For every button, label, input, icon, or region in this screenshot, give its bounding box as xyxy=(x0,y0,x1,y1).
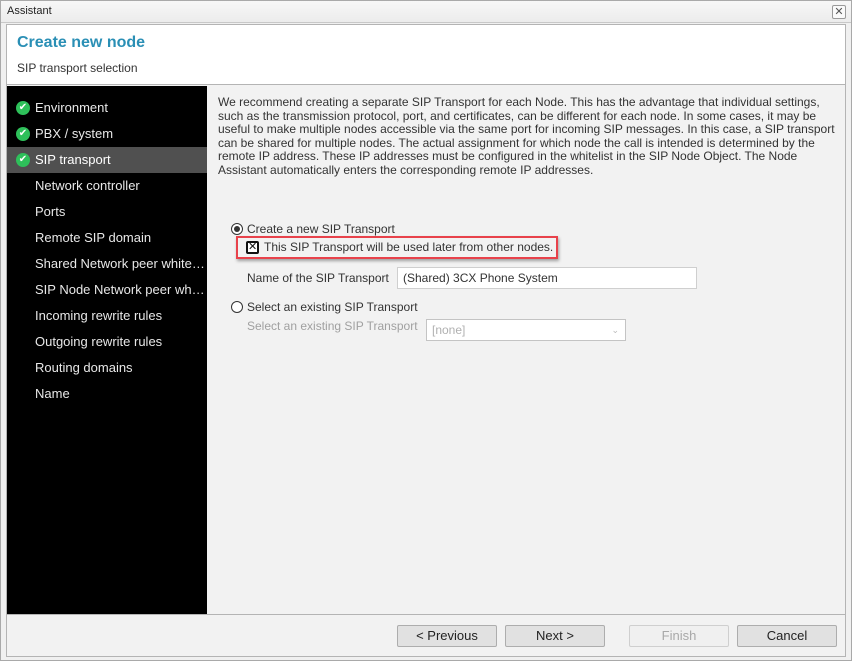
sidebar-step-environment[interactable]: ✔ Environment xyxy=(7,95,207,121)
sidebar-step-name[interactable]: Name xyxy=(7,381,207,407)
sidebar-step-outgoing-rewrite-rules[interactable]: Outgoing rewrite rules xyxy=(7,329,207,355)
sidebar-step-ports[interactable]: Ports xyxy=(7,199,207,225)
create-new-transport-label[interactable]: Create a new SIP Transport xyxy=(247,222,395,236)
existing-transport-select-value: [none] xyxy=(432,323,466,337)
cancel-button[interactable]: Cancel xyxy=(737,625,837,647)
assistant-window: Assistant ✕ Create new node SIP transpor… xyxy=(0,0,852,661)
title-bar: Assistant ✕ xyxy=(1,1,851,23)
sidebar-step-network-controller[interactable]: Network controller xyxy=(7,173,207,199)
wizard-footer: < Previous Next > Finish Cancel xyxy=(7,614,845,656)
finish-button[interactable]: Finish xyxy=(629,625,729,647)
select-existing-transport-radio[interactable] xyxy=(231,301,243,313)
shared-transport-checkbox[interactable]: ✕ xyxy=(246,241,259,254)
sidebar-step-pbx-system[interactable]: ✔ PBX / system xyxy=(7,121,207,147)
sidebar-step-remote-sip-domain[interactable]: Remote SIP domain xyxy=(7,225,207,251)
close-icon[interactable]: ✕ xyxy=(832,5,846,19)
sidebar-step-label: Routing domains xyxy=(35,360,133,375)
wizard-steps-sidebar: ✔ Environment ✔ PBX / system ✔ SIP transport N… xyxy=(7,86,207,614)
step-content: We recommend creating a separate SIP Tra… xyxy=(207,86,845,614)
wizard-header: Create new node SIP transport selection xyxy=(7,25,845,85)
sidebar-step-shared-network-peer-whitelist[interactable]: Shared Network peer whitelist xyxy=(7,251,207,277)
sidebar-step-label: Network controller xyxy=(35,178,140,193)
transport-name-label: Name of the SIP Transport xyxy=(247,271,389,285)
shared-transport-label[interactable]: This SIP Transport will be used later fr… xyxy=(264,240,553,254)
page-subtitle: SIP transport selection xyxy=(17,61,138,75)
create-new-transport-radio[interactable] xyxy=(231,223,243,235)
transport-name-input[interactable]: (Shared) 3CX Phone System xyxy=(397,267,697,289)
sidebar-step-label: Environment xyxy=(35,100,108,115)
page-title: Create new node xyxy=(17,34,146,51)
chevron-down-icon: ⌄ xyxy=(611,325,619,335)
check-circle-icon: ✔ xyxy=(16,101,30,115)
existing-transport-select[interactable]: [none] ⌄ xyxy=(426,319,626,341)
sidebar-step-label: Remote SIP domain xyxy=(35,230,152,245)
previous-button[interactable]: < Previous xyxy=(397,625,497,647)
sidebar-step-label: SIP transport xyxy=(35,152,111,167)
sidebar-step-routing-domains[interactable]: Routing domains xyxy=(7,355,207,381)
check-circle-icon: ✔ xyxy=(16,127,30,141)
check-circle-icon: ✔ xyxy=(16,153,30,167)
next-button[interactable]: Next > xyxy=(505,625,605,647)
select-existing-transport-label[interactable]: Select an existing SIP Transport xyxy=(247,300,418,314)
window-title: Assistant xyxy=(7,5,52,17)
sidebar-step-label: Shared Network peer whitelist xyxy=(35,256,207,271)
sidebar-step-sip-transport[interactable]: ✔ SIP transport xyxy=(7,147,207,173)
sidebar-step-label: Incoming rewrite rules xyxy=(35,308,163,323)
step-list: ✔ Environment ✔ PBX / system ✔ SIP transport N… xyxy=(7,86,207,407)
description-text: We recommend creating a separate SIP Tra… xyxy=(218,95,835,177)
sidebar-step-label: Ports xyxy=(35,204,66,219)
existing-transport-select-label: Select an existing SIP Transport xyxy=(247,319,418,333)
sidebar-step-label: Outgoing rewrite rules xyxy=(35,334,163,349)
sidebar-step-label: Name xyxy=(35,386,70,401)
sidebar-step-label: SIP Node Network peer whitelist xyxy=(35,282,207,297)
sidebar-step-incoming-rewrite-rules[interactable]: Incoming rewrite rules xyxy=(7,303,207,329)
sidebar-step-label: PBX / system xyxy=(35,126,114,141)
sidebar-step-sip-node-network-peer-whitelist[interactable]: SIP Node Network peer whitelist xyxy=(7,277,207,303)
wizard-panel: Create new node SIP transport selection … xyxy=(6,24,846,657)
